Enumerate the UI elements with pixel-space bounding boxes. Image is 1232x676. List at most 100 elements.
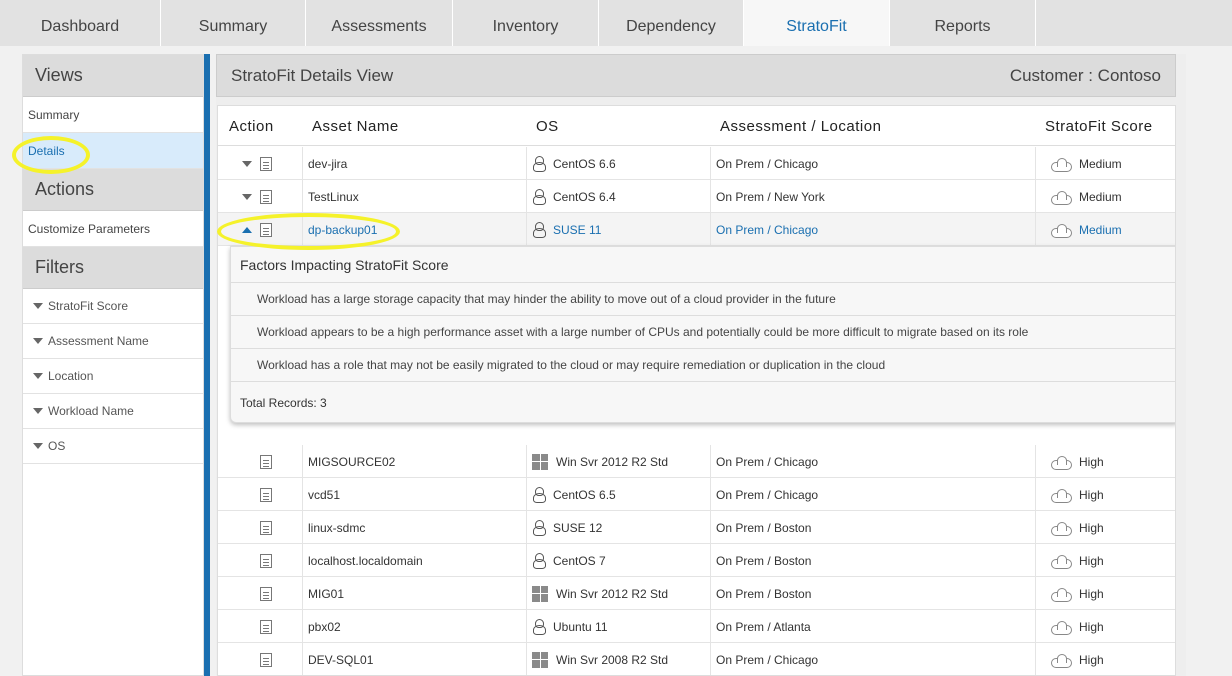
- action-cell: [242, 180, 272, 213]
- table-row[interactable]: dev-jira CentOS 6.6 On Prem / Chicago Mediu…: [218, 147, 1175, 180]
- divider: [1035, 511, 1036, 544]
- divider: [302, 478, 303, 511]
- score-cell: High: [1051, 577, 1104, 610]
- location: On Prem / Boston: [716, 586, 812, 601]
- document-icon[interactable]: [260, 520, 272, 535]
- divider: [526, 577, 527, 610]
- asset-name[interactable]: linux-sdmc: [308, 511, 365, 544]
- document-icon[interactable]: [260, 156, 272, 171]
- top-nav: Dashboard Summary Assessments Inventory …: [0, 0, 1232, 46]
- table-row[interactable]: TestLinux CentOS 6.4 On Prem / New York Med…: [218, 180, 1175, 213]
- divider: [710, 147, 711, 180]
- divider: [526, 147, 527, 180]
- filter-assessment-name[interactable]: Assessment Name: [23, 324, 203, 359]
- os-name: Ubuntu 11: [553, 619, 608, 634]
- expand-icon[interactable]: [242, 160, 252, 167]
- asset-name[interactable]: dev-jira: [308, 147, 347, 180]
- divider: [1035, 610, 1036, 643]
- table-row[interactable]: dp-backup01 SUSE 11 On Prem / Chicago Mediu…: [218, 213, 1175, 246]
- location: On Prem / Chicago: [716, 487, 819, 502]
- divider: [526, 544, 527, 577]
- windows-icon: [532, 585, 548, 602]
- score-cell: High: [1051, 544, 1104, 577]
- tab-inventory[interactable]: Inventory: [453, 0, 599, 46]
- score-cell: High: [1051, 478, 1104, 511]
- score-cell: Medium: [1051, 213, 1122, 246]
- tab-reports[interactable]: Reports: [890, 0, 1036, 46]
- tab-dependency[interactable]: Dependency: [599, 0, 744, 46]
- table-row[interactable]: pbx02 Ubuntu 11 On Prem / Atlanta High: [218, 610, 1175, 643]
- tab-dashboard[interactable]: Dashboard: [0, 0, 161, 46]
- divider: [1035, 643, 1036, 675]
- page-title: StratoFit Details View: [231, 65, 394, 85]
- location: On Prem / Boston: [716, 553, 812, 568]
- divider: [710, 511, 711, 544]
- asset-name[interactable]: TestLinux: [308, 180, 359, 213]
- filter-label: Location: [48, 369, 94, 383]
- table-row[interactable]: vcd51 CentOS 6.5 On Prem / Chicago High: [218, 478, 1175, 511]
- tab-stratofit[interactable]: StratoFit: [744, 0, 890, 46]
- divider: [302, 147, 303, 180]
- filter-stratofit-score[interactable]: StratoFit Score: [23, 289, 203, 324]
- sidebar-item-summary[interactable]: Summary: [23, 97, 203, 133]
- filter-os[interactable]: OS: [23, 429, 203, 464]
- document-icon[interactable]: [260, 586, 272, 601]
- divider: [302, 577, 303, 610]
- divider: [302, 445, 303, 478]
- divider: [1035, 147, 1036, 180]
- asset-name[interactable]: MIG01: [308, 577, 344, 610]
- column-header-action[interactable]: Action: [229, 118, 274, 135]
- tab-summary[interactable]: Summary: [161, 0, 306, 46]
- table-row[interactable]: MIGSOURCE02 Win Svr 2012 R2 Std On Prem / …: [218, 445, 1175, 478]
- table-row[interactable]: linux-sdmc SUSE 12 On Prem / Boston High: [218, 511, 1175, 544]
- filter-workload-name[interactable]: Workload Name: [23, 394, 203, 429]
- os-name: Win Svr 2012 R2 Std: [556, 454, 669, 469]
- score-value: High: [1079, 487, 1104, 502]
- filter-location[interactable]: Location: [23, 359, 203, 394]
- linux-icon: [532, 553, 546, 569]
- document-icon[interactable]: [260, 652, 272, 667]
- grid-header: Action Asset Name OS Assessment / Locati…: [218, 106, 1175, 146]
- column-header-os[interactable]: OS: [536, 118, 559, 135]
- table-row[interactable]: localhost.localdomain CentOS 7 On Prem / B…: [218, 544, 1175, 577]
- table-row[interactable]: MIG01 Win Svr 2012 R2 Std On Prem / Boston…: [218, 577, 1175, 610]
- asset-name[interactable]: MIGSOURCE02: [308, 445, 395, 478]
- splitter-bar[interactable]: [204, 54, 210, 676]
- column-header-location[interactable]: Assessment / Location: [720, 118, 881, 135]
- document-icon[interactable]: [260, 189, 272, 204]
- os-cell: SUSE 11: [532, 213, 601, 246]
- divider: [526, 478, 527, 511]
- document-icon[interactable]: [260, 487, 272, 502]
- cloud-icon: [1051, 521, 1072, 536]
- collapse-icon[interactable]: [242, 226, 252, 233]
- document-icon[interactable]: [260, 454, 272, 469]
- document-icon[interactable]: [260, 222, 272, 237]
- asset-name[interactable]: DEV-SQL01: [308, 643, 373, 675]
- asset-name[interactable]: pbx02: [308, 610, 341, 643]
- location: On Prem / Atlanta: [716, 619, 811, 634]
- sidebar-item-details[interactable]: Details: [23, 133, 203, 169]
- factors-panel: Factors Impacting StratoFit Score Worklo…: [230, 246, 1175, 423]
- windows-icon: [532, 453, 548, 470]
- factor-item: Workload has a large storage capacity th…: [231, 283, 1175, 316]
- expand-icon[interactable]: [242, 193, 252, 200]
- divider: [526, 643, 527, 675]
- filters-heading: Filters: [23, 247, 203, 289]
- asset-name[interactable]: vcd51: [308, 478, 340, 511]
- column-header-score[interactable]: StratoFit Score: [1045, 118, 1153, 135]
- document-icon[interactable]: [260, 553, 272, 568]
- chevron-down-icon: [33, 408, 43, 414]
- table-row[interactable]: DEV-SQL01 Win Svr 2008 R2 Std On Prem / Ch…: [218, 643, 1175, 675]
- os-name: CentOS 7: [553, 553, 606, 568]
- asset-name[interactable]: dp-backup01: [308, 213, 377, 246]
- sidebar: Views Summary Details Actions Customize …: [22, 54, 204, 676]
- divider: [710, 213, 711, 246]
- divider: [302, 511, 303, 544]
- os-name: SUSE 11: [553, 222, 602, 237]
- tab-assessments[interactable]: Assessments: [306, 0, 453, 46]
- column-header-asset-name[interactable]: Asset Name: [312, 118, 399, 135]
- asset-name[interactable]: localhost.localdomain: [308, 544, 423, 577]
- divider: [1035, 544, 1036, 577]
- sidebar-item-customize-parameters[interactable]: Customize Parameters: [23, 211, 203, 247]
- document-icon[interactable]: [260, 619, 272, 634]
